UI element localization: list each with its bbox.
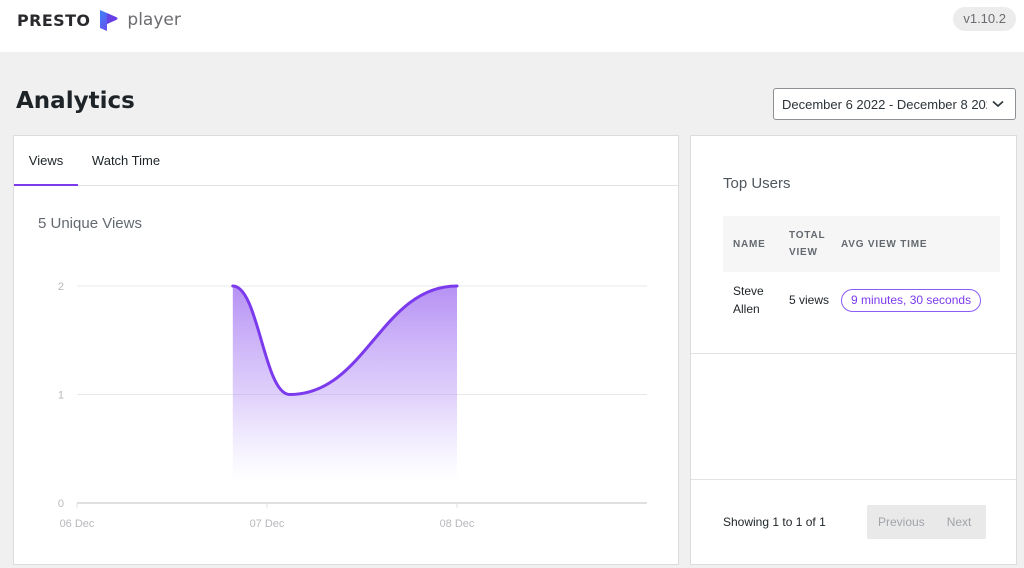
top-users-panel: Top Users NAME TOTAL VIEW AVG VIEW TIME …: [690, 135, 1017, 565]
page-title: Analytics: [16, 88, 135, 114]
x-tick-label: 07 Dec: [250, 518, 285, 530]
x-tick-label: 08 Dec: [440, 518, 475, 530]
date-range-value: December 6 2022 - December 8 2022: [782, 96, 987, 112]
footer-divider: [691, 479, 1016, 480]
version-badge: v1.10.2: [953, 7, 1016, 31]
presto-play-logo-icon: [100, 10, 118, 31]
column-header-total-view: TOTAL VIEW: [779, 216, 831, 272]
y-tick-label: 2: [58, 281, 64, 293]
views-chart: 0 1 2 06 Dec 07 Dec 08 Dec: [58, 281, 647, 530]
next-button[interactable]: Next: [936, 505, 983, 539]
pagination-info: Showing 1 to 1 of 1: [723, 515, 826, 529]
brand-logo[interactable]: PRESTO player: [17, 7, 181, 33]
column-header-avg-view-time: AVG VIEW TIME: [831, 216, 1000, 272]
top-users-title: Top Users: [723, 175, 791, 192]
y-tick-label: 0: [58, 498, 64, 510]
avg-view-time-badge: 9 minutes, 30 seconds: [841, 288, 982, 312]
x-tick-label: 06 Dec: [60, 518, 95, 530]
pagination: Previous Next: [867, 505, 986, 539]
table-row: Steve Allen 5 views 9 minutes, 30 second…: [723, 272, 1000, 328]
brand-wordmark: PRESTO: [17, 10, 91, 30]
date-range-select[interactable]: December 6 2022 - December 8 2022: [773, 88, 1016, 120]
top-users-table: NAME TOTAL VIEW AVG VIEW TIME Steve Alle…: [723, 216, 1000, 328]
previous-button[interactable]: Previous: [867, 505, 936, 539]
user-name: Steve Allen: [733, 284, 764, 316]
brand-player-text: player: [127, 10, 181, 30]
user-total-view: 5 views: [789, 293, 830, 307]
column-header-name: NAME: [723, 216, 779, 272]
y-tick-label: 1: [58, 390, 64, 402]
table-divider: [691, 353, 1016, 354]
user-avg-view-time-cell: 9 minutes, 30 seconds: [831, 272, 1000, 328]
top-bar: PRESTO player v1.10.2: [0, 0, 1024, 52]
chevron-down-icon: [987, 97, 1009, 111]
views-area-fill: [232, 286, 457, 481]
table-header-row: NAME TOTAL VIEW AVG VIEW TIME: [723, 216, 1000, 272]
views-panel: Views Watch Time 5 Unique Views 0 1 2 06 De…: [13, 135, 679, 565]
